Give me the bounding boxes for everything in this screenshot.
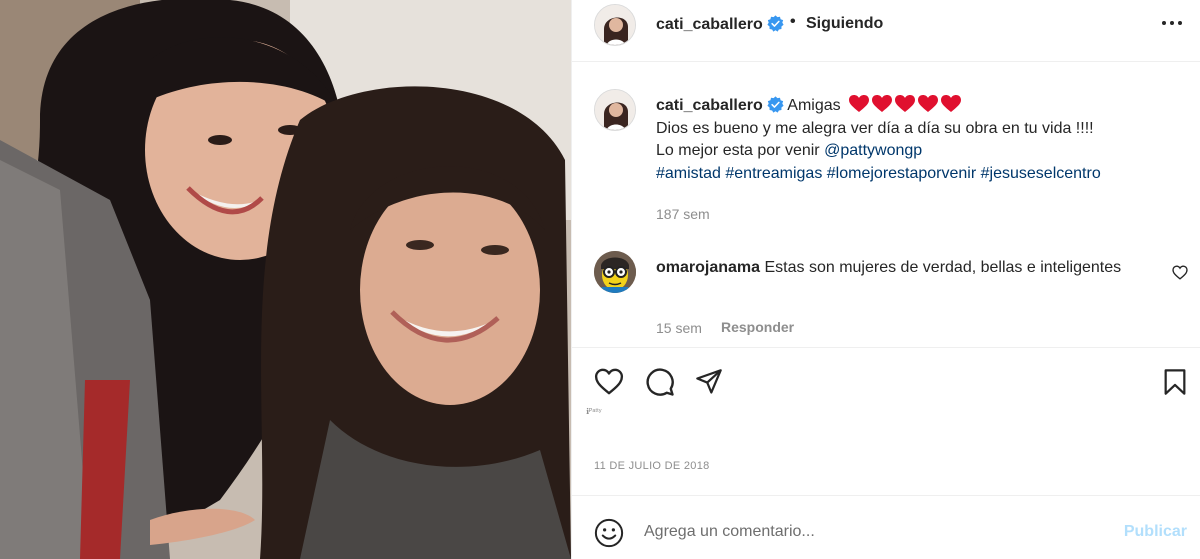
red-heart-emoji-icon bbox=[918, 95, 939, 112]
heart-icon[interactable] bbox=[594, 368, 624, 395]
follow-separator-dot: • bbox=[790, 13, 796, 30]
caption-author-username[interactable]: cati_caballero bbox=[656, 96, 784, 114]
author-avatar[interactable] bbox=[594, 4, 636, 46]
comment-text: Estas son mujeres de verdad, bellas e in… bbox=[764, 259, 1122, 276]
reply-button[interactable]: Responder bbox=[721, 319, 794, 335]
comment-timestamp[interactable]: 15 sem bbox=[656, 320, 702, 336]
red-heart-emoji-icon bbox=[895, 95, 916, 112]
mention-link[interactable]: @pattywongp bbox=[824, 142, 922, 159]
caption-author-username-text[interactable]: cati_caballero bbox=[656, 97, 763, 114]
post-photo[interactable] bbox=[0, 0, 571, 559]
liked-by-text[interactable]: ℹ︎ᴾᵃᵗᵗʸ bbox=[586, 407, 601, 416]
avatar-image bbox=[595, 90, 635, 130]
author-username-text[interactable]: cati_caballero bbox=[656, 16, 763, 33]
hashtag-link[interactable]: #lomejorestaporvenir bbox=[827, 165, 976, 182]
red-heart-emoji-icon bbox=[872, 95, 893, 112]
verified-icon bbox=[767, 96, 784, 113]
caption-line-3: Lo mejor esta por venir bbox=[656, 142, 825, 159]
author-username[interactable]: cati_caballero bbox=[656, 15, 784, 34]
bookmark-icon[interactable] bbox=[1162, 368, 1188, 396]
hashtag-link[interactable]: #amistad bbox=[656, 165, 721, 182]
post-details-panel: cati_caballero • Siguiendo cati_caballer… bbox=[571, 0, 1200, 559]
red-heart-emoji-icon bbox=[849, 95, 870, 112]
share-icon[interactable] bbox=[695, 368, 723, 396]
commenter-avatar[interactable] bbox=[594, 251, 636, 293]
following-button[interactable]: Siguiendo bbox=[806, 15, 883, 33]
comment-input[interactable] bbox=[644, 514, 1114, 550]
comment-icon[interactable] bbox=[645, 367, 675, 397]
actions-divider bbox=[572, 347, 1200, 348]
red-heart-emoji-icon bbox=[941, 95, 962, 112]
commenter-username[interactable]: omarojanama bbox=[656, 259, 760, 276]
caption-timestamp[interactable]: 187 sem bbox=[656, 206, 710, 222]
post-date[interactable]: 11 DE JULIO DE 2018 bbox=[594, 460, 710, 472]
verified-icon bbox=[767, 15, 784, 32]
hearts-emoji-group bbox=[849, 95, 962, 113]
caption-line-2: Dios es bueno y me alegra ver día a día … bbox=[656, 119, 1094, 137]
more-options-icon[interactable] bbox=[1161, 18, 1183, 28]
post-header: cati_caballero • Siguiendo bbox=[572, 0, 1200, 62]
add-comment-bar: Publicar bbox=[572, 495, 1200, 559]
comment-heart-icon[interactable] bbox=[1172, 265, 1188, 280]
hashtag-link[interactable]: #entreamigas bbox=[725, 165, 822, 182]
post-photo-illustration bbox=[0, 0, 571, 559]
comment-item: omarojanama Estas son mujeres de verdad,… bbox=[656, 256, 1126, 279]
publish-button[interactable]: Publicar bbox=[1124, 523, 1187, 541]
avatar-image bbox=[595, 5, 635, 45]
avatar-image bbox=[594, 251, 636, 293]
post-caption: cati_caballero Amigas Dios es bueno y me… bbox=[656, 95, 1186, 185]
caption-prefix: Amigas bbox=[787, 97, 841, 114]
caption-author-avatar[interactable] bbox=[594, 89, 636, 131]
emoji-icon[interactable] bbox=[594, 518, 624, 548]
hashtag-link[interactable]: #jesuseselcentro bbox=[981, 165, 1101, 182]
